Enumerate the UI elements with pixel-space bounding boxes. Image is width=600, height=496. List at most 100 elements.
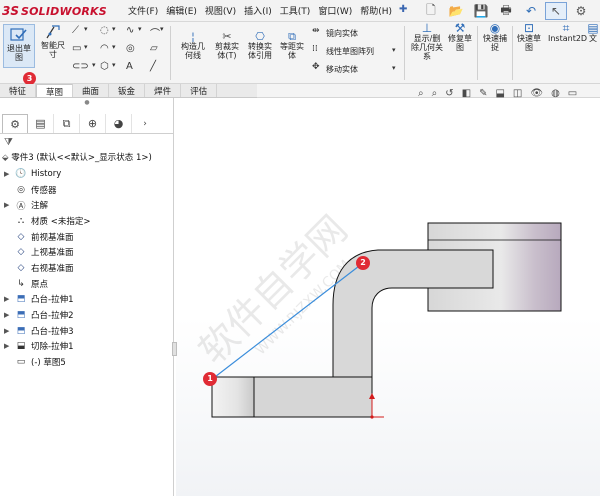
linear-pattern-dropdown-icon[interactable]: ▾	[392, 46, 396, 54]
rectangle-dropdown-icon[interactable]: ▾	[84, 43, 88, 51]
spline-tool-icon[interactable]: ∿	[126, 25, 134, 36]
tree-node[interactable]: ▭ (-) 草图5	[0, 354, 174, 370]
expand-arrow-icon[interactable]: ▶	[4, 311, 14, 319]
tree-node[interactable]: ▶ ⬓ 切除-拉伸1	[0, 339, 174, 355]
undo-icon[interactable]: ↶	[520, 2, 542, 20]
open-folder-icon[interactable]: 📂	[445, 2, 467, 20]
display-style-icon[interactable]: ◫	[513, 88, 522, 99]
menu-file[interactable]: 文件(F)	[128, 4, 158, 17]
linear-pattern-button[interactable]: 线性草图阵列	[326, 46, 374, 57]
pin-icon[interactable]: ✚	[399, 4, 407, 15]
graphics-area[interactable]	[176, 98, 600, 496]
menu-insert[interactable]: 插入(I)	[244, 4, 272, 17]
tree-node[interactable]: ◇ 右视基准面	[0, 260, 174, 276]
tab-sheet-metal[interactable]: 钣金	[109, 84, 146, 97]
tree-node[interactable]: ▶ ⬒ 凸台-拉伸2	[0, 307, 174, 323]
hide-show-icon[interactable]: 👁	[530, 88, 543, 99]
dynamic-annotation-icon[interactable]: ✎	[479, 88, 487, 99]
tab-weldments[interactable]: 焊件	[145, 84, 182, 97]
exit-sketch-button[interactable]: 退出草图	[3, 24, 35, 68]
mirror-entities-button[interactable]: 镜向实体	[326, 28, 358, 39]
arc-tool-icon[interactable]: ◠	[100, 43, 109, 54]
expand-arrow-icon[interactable]: ▶	[4, 327, 14, 335]
tree-node[interactable]: ⛬ 材质 <未指定>	[0, 213, 174, 229]
construction-geometry-button[interactable]: ¦ 构造几何线	[178, 31, 208, 60]
tree-node[interactable]: ▶ ⬒ 凸台-拉伸3	[0, 323, 174, 339]
appearance-icon[interactable]: ◍	[551, 88, 560, 99]
previous-view-icon[interactable]: ↺	[445, 88, 453, 99]
property-manager-tab-icon[interactable]: ▤	[28, 114, 54, 133]
circle-tool-icon[interactable]: ◌	[100, 25, 109, 36]
instant2d-button[interactable]: ⌗ Instant2D	[548, 22, 587, 43]
move-entities-dropdown-icon[interactable]: ▾	[392, 64, 396, 72]
line-tool-icon[interactable]: ⟋	[72, 25, 79, 36]
scene-icon[interactable]: ▭	[568, 88, 577, 99]
spline-dropdown-icon[interactable]: ▾	[138, 25, 142, 33]
trim-entities-button[interactable]: ✂ 剪裁实体(T)	[212, 31, 242, 60]
tab-features[interactable]: 特征	[0, 84, 37, 97]
expand-arrow-icon[interactable]: ▶	[4, 295, 14, 303]
show-delete-relations-button[interactable]: ⊥ 显示/删除几何关系	[410, 22, 444, 61]
menu-tools[interactable]: 工具(T)	[280, 4, 311, 17]
feature-manager-tab-icon[interactable]: ⚙	[2, 114, 28, 133]
plane-tool-icon[interactable]: ▱	[150, 43, 158, 54]
line-dropdown-icon[interactable]: ▾	[84, 25, 88, 33]
part-root-node[interactable]: ⬙ 零件3 (默认<<默认>_显示状态 1>)	[2, 151, 152, 163]
more-tabs-icon[interactable]: ›	[132, 114, 158, 133]
tab-evaluate[interactable]: 评估	[181, 84, 218, 97]
section-view-icon[interactable]: ◧	[462, 88, 471, 99]
offset-entities-button[interactable]: ⧉ 等距实体	[278, 31, 306, 60]
display-manager-tab-icon[interactable]: ◕	[106, 114, 132, 133]
expand-arrow-icon[interactable]: ▶	[4, 342, 14, 350]
expand-arrow-icon[interactable]: ▶	[4, 170, 14, 178]
rectangle-tool-icon[interactable]: ▭	[72, 43, 81, 54]
options-gear-icon[interactable]: ⚙	[570, 2, 592, 20]
tree-node[interactable]: ◎ 传感器	[0, 182, 174, 198]
fillet-dropdown-icon[interactable]: ▾	[160, 25, 164, 33]
panel-collapse-handle[interactable]	[172, 342, 177, 356]
circle-dropdown-icon[interactable]: ▾	[112, 25, 116, 33]
tab-sketch[interactable]: 草图	[36, 84, 74, 98]
convert-entities-button[interactable]: ⎔ 转换实体引用	[245, 31, 275, 60]
configuration-manager-tab-icon[interactable]: ⧉	[54, 114, 80, 133]
centerline-tool-icon[interactable]: ╱	[150, 61, 156, 72]
fillet-tool-icon[interactable]: ⌒	[150, 25, 160, 40]
tree-node[interactable]: ◇ 前视基准面	[0, 229, 174, 245]
more-tools-button[interactable]: ▤ 文	[586, 22, 600, 43]
solidworks-logo[interactable]: 3S SOLIDWORKS	[2, 2, 107, 20]
repair-sketch-button[interactable]: ⚒ 修复草图	[446, 22, 474, 52]
new-document-icon[interactable]: 🗋	[420, 2, 442, 20]
polygon-tool-icon[interactable]: ⬡	[100, 61, 109, 72]
view-orientation-icon[interactable]: ⬓	[495, 88, 504, 99]
tree-node[interactable]: ▶ ⬒ 凸台-拉伸1	[0, 292, 174, 308]
menu-window[interactable]: 窗口(W)	[318, 4, 352, 17]
slot-dropdown-icon[interactable]: ▾	[92, 61, 96, 69]
tree-node[interactable]: ▶ Ⓐ 注解	[0, 197, 174, 213]
tree-node[interactable]: ◇ 上视基准面	[0, 244, 174, 260]
rapid-sketch-button[interactable]: ⊡ 快速草图	[515, 22, 543, 52]
move-entities-button[interactable]: 移动实体	[326, 64, 358, 75]
tree-node[interactable]: ↳ 原点	[0, 276, 174, 292]
arc-dropdown-icon[interactable]: ▾	[112, 43, 116, 51]
dimxpert-manager-tab-icon[interactable]: ⊕	[80, 114, 106, 133]
filter-icon[interactable]: ⧩	[4, 137, 13, 148]
menu-view[interactable]: 视图(V)	[205, 4, 236, 17]
polygon-dropdown-icon[interactable]: ▾	[112, 61, 116, 69]
point-tool-icon[interactable]: ◎	[126, 43, 135, 54]
smart-dimension-button[interactable]: 智能尺寸	[38, 24, 68, 59]
text-tool-icon[interactable]: A	[126, 61, 133, 72]
panel-grip-icon[interactable]: ●	[82, 99, 92, 106]
menu-edit[interactable]: 编辑(E)	[166, 4, 197, 17]
save-icon[interactable]: 💾	[470, 2, 492, 20]
quick-snaps-button[interactable]: ◉ 快速捕捉	[481, 22, 509, 52]
tab-surfaces[interactable]: 曲面	[73, 84, 110, 97]
print-icon[interactable]: 🖶	[495, 2, 517, 20]
zoom-to-area-icon[interactable]: ⌕	[432, 88, 438, 99]
menu-help[interactable]: 帮助(H)	[360, 4, 392, 17]
slot-tool-icon[interactable]: ⊂⊃	[72, 61, 89, 72]
zoom-to-fit-icon[interactable]: ⌕	[418, 88, 424, 99]
point-badge-1: 1	[203, 372, 217, 386]
select-pointer-icon[interactable]: ↖	[545, 2, 567, 20]
expand-arrow-icon[interactable]: ▶	[4, 201, 14, 209]
tree-node[interactable]: ▶ 🕓 History	[0, 166, 174, 182]
